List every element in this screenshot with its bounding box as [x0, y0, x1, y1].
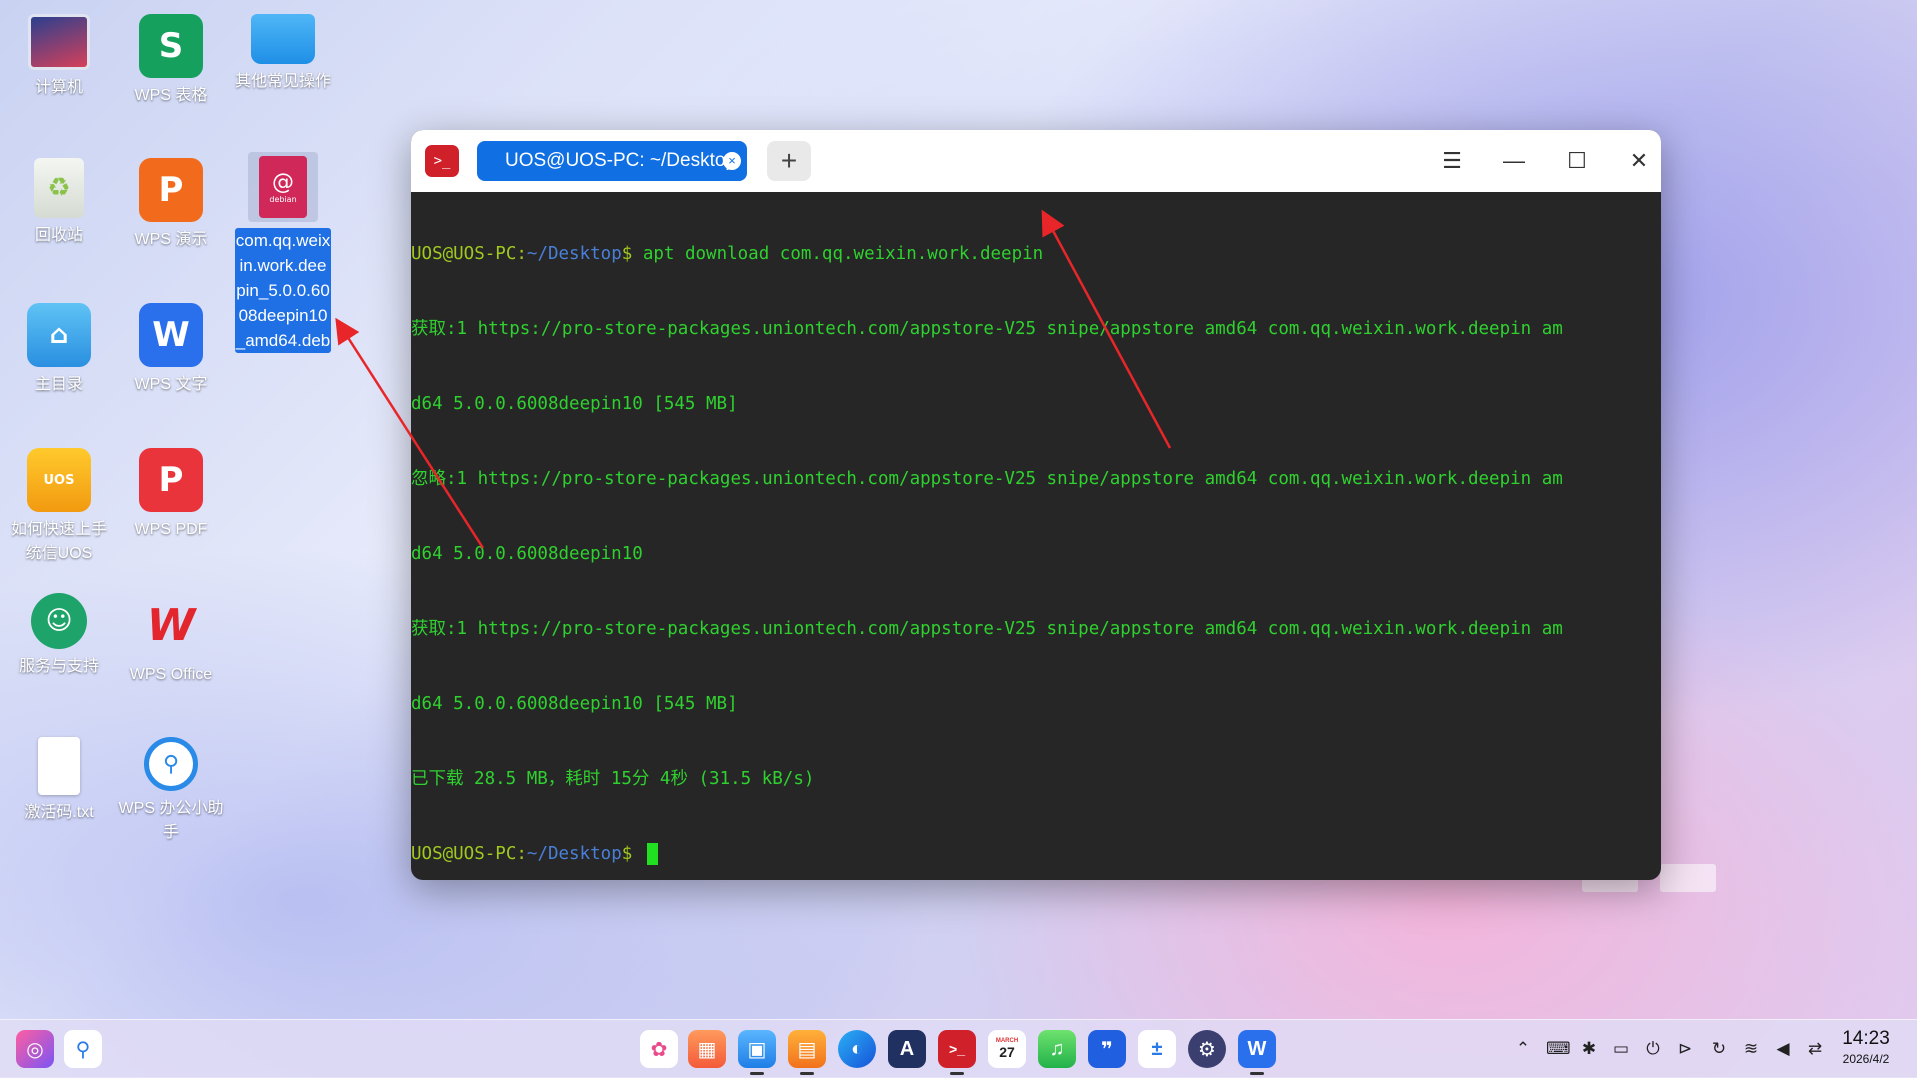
sync-icon[interactable]: ↻	[1708, 1038, 1730, 1060]
wifi-icon[interactable]: ≋	[1740, 1038, 1762, 1060]
running-indicator	[750, 1072, 764, 1075]
calculator-icon[interactable]: ±	[1138, 1030, 1176, 1068]
settings-icon[interactable]: ⚙	[1188, 1030, 1226, 1068]
text-editor-icon[interactable]: A	[888, 1030, 926, 1068]
annotation-arrows	[335, 209, 1172, 549]
keyboard-icon[interactable]: ⌨	[1546, 1038, 1571, 1060]
clock[interactable]: 14:23 2026/4/2	[1828, 1028, 1904, 1068]
clock-time: 14:23	[1842, 1028, 1890, 1049]
browser-icon[interactable]: ◐	[838, 1030, 876, 1068]
search-icon[interactable]: ⚲	[64, 1030, 102, 1068]
app-market-icon[interactable]: ▤	[788, 1030, 826, 1068]
wps-writer-dock-icon[interactable]: W	[1238, 1030, 1276, 1068]
music-icon[interactable]: ♫	[1038, 1030, 1076, 1068]
toggle-icon[interactable]: ⇄	[1804, 1038, 1826, 1060]
taskbar: ◎ ⚲ ✿ ▦ ▣ ▤ ◐ A >_ MARCH 27 ♫ ❞ ± ⚙ W ⌃ …	[0, 1019, 1917, 1078]
volume-muted-icon[interactable]: ◀	[1772, 1038, 1794, 1060]
app-store-icon[interactable]: ▦	[688, 1030, 726, 1068]
desktop[interactable]: 计算机 ♻ 回收站 ⌂ 主目录 UOS 如何快速上手统信UOS ☺ 服务与支持 …	[0, 0, 1917, 1078]
calendar-day: 27	[999, 1044, 1015, 1060]
file-manager-icon[interactable]: ▣	[738, 1030, 776, 1068]
terminal-icon[interactable]: >_	[938, 1030, 976, 1068]
running-indicator	[950, 1072, 964, 1075]
quote-app-icon[interactable]: ❞	[1088, 1030, 1126, 1068]
play-icon[interactable]: ⊳	[1674, 1038, 1696, 1060]
clock-date: 2026/4/2	[1842, 1052, 1890, 1066]
chevron-up-icon[interactable]: ⌃	[1512, 1038, 1534, 1060]
calendar-icon[interactable]: MARCH 27	[988, 1030, 1026, 1068]
power-icon[interactable]: ⏻	[1642, 1038, 1664, 1060]
bluetooth-icon[interactable]: ✱	[1578, 1038, 1600, 1060]
battery-icon[interactable]: ▭	[1610, 1038, 1632, 1060]
annotation-arrow	[335, 317, 485, 549]
color-palette-icon[interactable]: ✿	[640, 1030, 678, 1068]
launcher-icon[interactable]: ◎	[16, 1030, 54, 1068]
annotation-arrow	[1041, 209, 1172, 449]
running-indicator	[1250, 1072, 1264, 1075]
running-indicator	[800, 1072, 814, 1075]
